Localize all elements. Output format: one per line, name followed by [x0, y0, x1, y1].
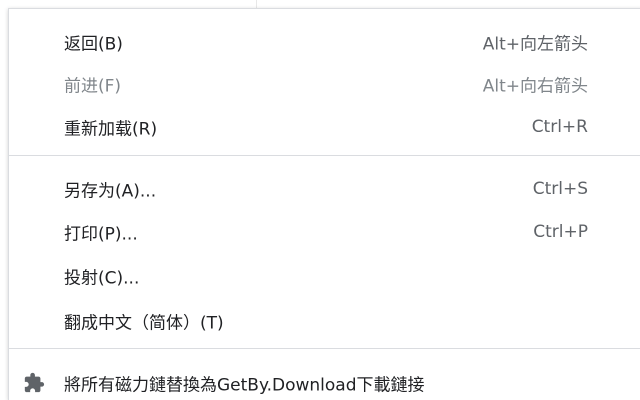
menu-item-save-as-label: 另存为(A)...: [64, 181, 157, 202]
menu-item-print-label: 打印(P)...: [64, 224, 138, 245]
menu-item-cast-label: 投射(C)...: [64, 268, 140, 289]
menu-item-back-label: 返回(B): [64, 34, 123, 55]
context-menu: 返回(B) Alt+向左箭头 前进(F) Alt+向右箭头 重新加载(R) Ct…: [8, 8, 640, 400]
menu-item-cast[interactable]: 投射(C)...: [9, 256, 640, 296]
menu-item-reload-label: 重新加载(R): [64, 119, 158, 140]
menu-item-reload[interactable]: 重新加载(R) Ctrl+R: [9, 107, 640, 147]
menu-item-translate[interactable]: 翻成中文（简体）(T): [9, 301, 640, 341]
background-divider: [256, 0, 257, 8]
menu-item-reload-shortcut: Ctrl+R: [531, 117, 588, 137]
menu-item-extension-label: 將所有磁力鏈替換為GetBy.Download下載鏈接: [64, 375, 425, 396]
menu-item-save-as[interactable]: 另存为(A)... Ctrl+S: [9, 169, 640, 209]
menu-item-back[interactable]: 返回(B) Alt+向左箭头: [9, 22, 640, 62]
menu-item-print-shortcut: Ctrl+P: [533, 222, 588, 242]
puzzle-piece-icon: [24, 372, 45, 393]
menu-item-extension-replace-magnet[interactable]: 將所有磁力鏈替換為GetBy.Download下載鏈接: [9, 363, 640, 400]
menu-item-print[interactable]: 打印(P)... Ctrl+P: [9, 212, 640, 252]
menu-item-save-as-shortcut: Ctrl+S: [532, 179, 588, 199]
menu-item-back-shortcut: Alt+向左箭头: [482, 34, 588, 55]
menu-item-translate-label: 翻成中文（简体）(T): [64, 313, 224, 334]
menu-item-forward-label: 前进(F): [64, 76, 122, 97]
menu-item-forward-shortcut: Alt+向右箭头: [482, 76, 588, 97]
menu-separator: [9, 348, 640, 349]
menu-separator: [9, 155, 640, 156]
menu-item-forward[interactable]: 前进(F) Alt+向右箭头: [9, 64, 640, 104]
